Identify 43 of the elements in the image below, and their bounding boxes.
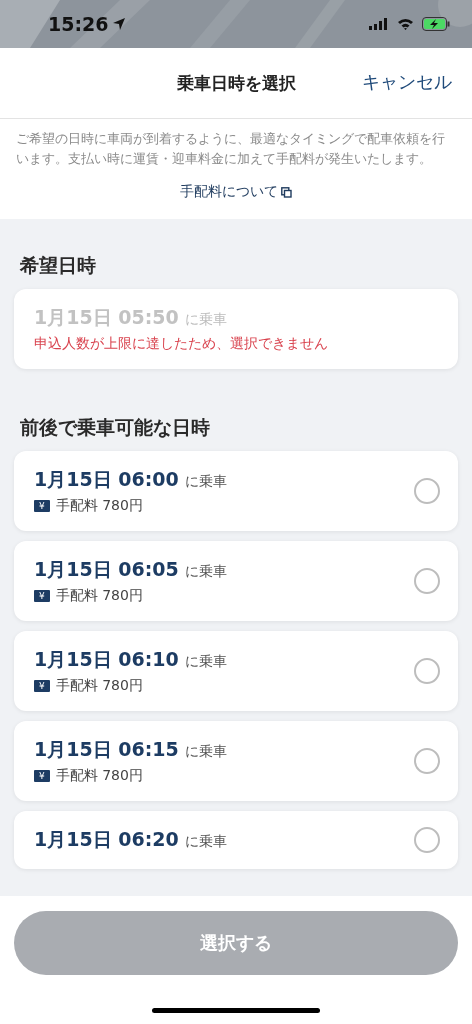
slot-suffix: に乗車	[184, 563, 227, 581]
yen-badge: ¥	[34, 590, 50, 602]
slot-datetime: 1月15日 06:00	[34, 467, 179, 492]
section-heading: 希望日時	[20, 253, 97, 278]
fee-text: 手配料 780円	[55, 497, 143, 515]
error-message: 申込人数が上限に達したため、選択できません	[34, 335, 328, 353]
yen-badge: ¥	[34, 500, 50, 512]
external-link-icon	[281, 186, 292, 198]
screen-title: 乗車日時を選択	[176, 71, 296, 95]
slot-datetime: 1月15日 05:50	[34, 305, 179, 330]
status-time: 15:26	[48, 13, 127, 35]
slot-datetime: 1月15日 06:05	[34, 557, 179, 582]
slot-suffix: に乗車	[184, 833, 227, 851]
time-slot-card[interactable]: 1月15日 06:15 に乗車 ¥ 手配料 780円	[14, 721, 458, 801]
time-slot-card[interactable]: 1月15日 06:20 に乗車	[14, 811, 458, 869]
fee-text: 手配料 780円	[55, 767, 143, 785]
radio-button[interactable]	[414, 748, 440, 774]
slot-suffix: に乗車	[184, 743, 227, 761]
time-slot-card[interactable]: 1月15日 06:00 に乗車 ¥ 手配料 780円	[14, 451, 458, 531]
time-slot-card[interactable]: 1月15日 06:05 に乗車 ¥ 手配料 780円	[14, 541, 458, 621]
location-icon	[112, 17, 127, 31]
description-text: ご希望の日時に車両が到着するように、最適なタイミングで配車依頼を行います。支払い時に運賃・迎車料金に加えて手配料が発生いたします。	[16, 130, 446, 168]
radio-button[interactable]	[414, 568, 440, 594]
radio-button[interactable]	[414, 827, 440, 853]
signal-icon	[369, 18, 389, 30]
fee-text: 手配料 780円	[55, 587, 143, 605]
fee-text: 手配料 780円	[55, 677, 143, 695]
battery-icon	[422, 17, 450, 31]
slot-suffix: に乗車	[184, 311, 227, 329]
yen-badge: ¥	[34, 680, 50, 692]
time-slot-card[interactable]: 1月15日 06:10 に乗車 ¥ 手配料 780円	[14, 631, 458, 711]
slot-suffix: に乗車	[184, 473, 227, 491]
fee-info-link[interactable]: 手配料について	[180, 183, 292, 201]
slot-datetime: 1月15日 06:10	[34, 647, 179, 672]
wifi-icon	[397, 18, 414, 30]
slot-datetime: 1月15日 06:20	[34, 827, 179, 852]
slot-suffix: に乗車	[184, 653, 227, 671]
radio-button[interactable]	[414, 478, 440, 504]
radio-button[interactable]	[414, 658, 440, 684]
yen-badge: ¥	[34, 770, 50, 782]
cancel-button[interactable]: キャンセル	[362, 70, 452, 94]
section-heading: 前後で乗車可能な日時	[20, 415, 211, 440]
slot-datetime: 1月15日 06:15	[34, 737, 179, 762]
